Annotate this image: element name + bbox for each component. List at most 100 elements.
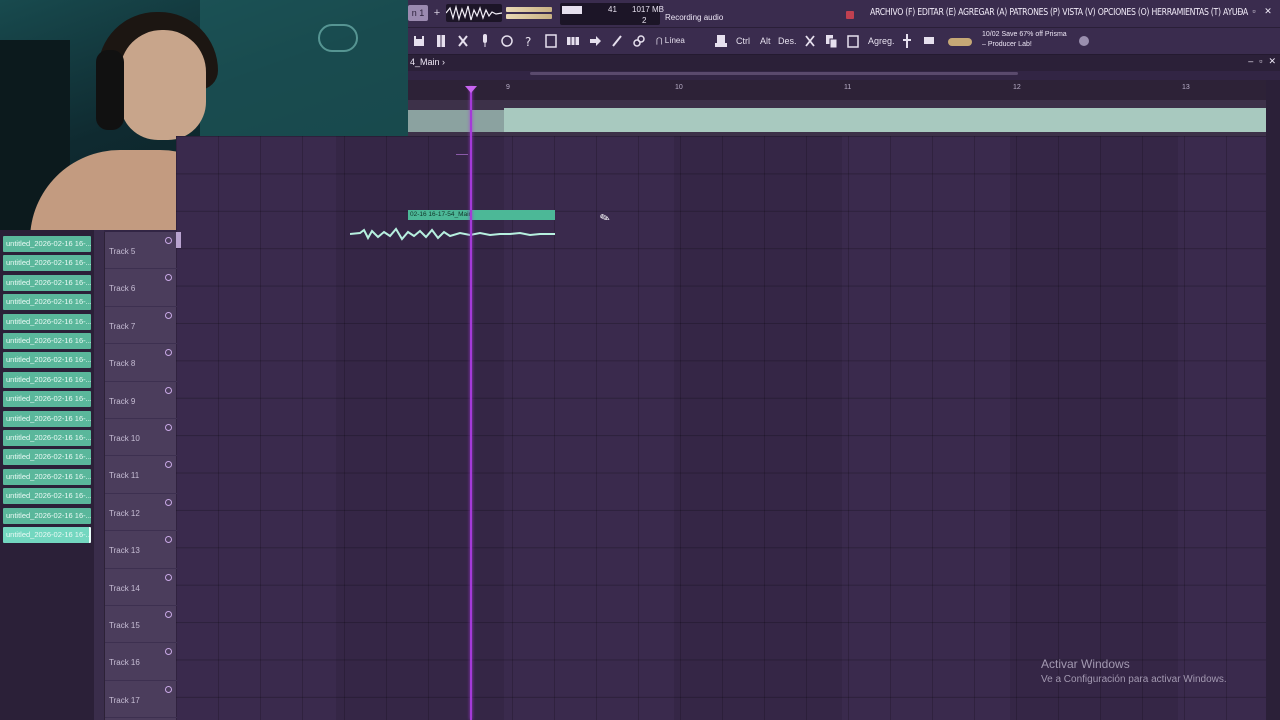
browser-item[interactable]: untitled_2026-02-16 16-... [3, 333, 91, 349]
chat-icon[interactable] [498, 31, 516, 51]
recorded-clip[interactable]: 02-16 16-17-54_Main [408, 210, 555, 220]
link-icon[interactable] [630, 31, 648, 51]
browser-item[interactable]: untitled_2026-02-16 16-... [3, 430, 91, 446]
cart-icon[interactable] [920, 31, 938, 51]
alt-button[interactable]: Alt [760, 31, 771, 51]
browser-item[interactable]: untitled_2026-02-16 16-... [3, 391, 91, 408]
track-name: Track 13 [109, 546, 140, 556]
menu-herramientas[interactable]: HERRAMIENTAS (T) [1151, 7, 1221, 18]
browser-item[interactable]: untitled_2026-02-16 16-... [3, 468, 91, 485]
track-header[interactable]: Track 14 [105, 569, 177, 606]
menu-archivo[interactable]: ARCHIVO (F) [870, 7, 915, 18]
track-mute-icon[interactable] [165, 386, 172, 394]
browser-item[interactable]: untitled_2026-02-16 16-... [3, 410, 91, 427]
timeline-ruler[interactable]: 9 10 11 12 13 [408, 80, 1266, 100]
cut-icon[interactable] [454, 31, 472, 51]
track-name: Track 9 [109, 396, 136, 406]
menu-opciones[interactable]: OPCIONES (O) [1098, 7, 1150, 18]
pencil-icon[interactable] [608, 31, 626, 51]
track-scroll-handle[interactable] [176, 232, 181, 248]
browser-item[interactable]: untitled_2026-02-16 16-... [3, 488, 91, 505]
browser-item[interactable]: untitled_2026-02-16 16-... [3, 371, 91, 388]
tuning-fork-icon[interactable] [898, 31, 916, 51]
playlist-maximize-icon[interactable]: ▫ [1259, 56, 1262, 67]
copy-icon[interactable] [822, 31, 840, 51]
playlist-close-icon[interactable]: ✕ [1268, 56, 1276, 67]
close-icon[interactable]: ✕ [1264, 7, 1272, 16]
track-name: Track 15 [109, 621, 140, 630]
playhead[interactable] [470, 86, 472, 720]
track-header[interactable]: Track 13 [105, 531, 177, 569]
stamp-icon[interactable] [712, 31, 730, 51]
minimize-icon[interactable]: – [1236, 7, 1244, 16]
track-mute-icon[interactable] [165, 536, 172, 544]
pattern-selector[interactable]: n 1 [408, 5, 428, 21]
paste-icon[interactable] [844, 31, 862, 51]
save-icon[interactable] [410, 31, 428, 51]
microphone-icon[interactable] [476, 31, 494, 51]
browser-item[interactable]: untitled_2026-02-16 16-... [3, 449, 91, 466]
maximize-icon[interactable]: ▫ [1250, 7, 1258, 16]
menu-agregar[interactable]: AGREGAR (A) [958, 7, 1007, 18]
menu-vista[interactable]: VISTA (V) [1062, 7, 1095, 18]
track-mute-icon[interactable] [165, 573, 172, 581]
browser-item[interactable]: untitled_2026-02-16 16-... [3, 255, 91, 272]
track-header[interactable]: Track 8 [105, 344, 177, 382]
track-mute-icon[interactable] [165, 349, 172, 357]
browser-item[interactable]: untitled_2026-02-16 16-... [3, 294, 91, 311]
browser-item[interactable]: untitled_2026-02-16 16-... [3, 313, 91, 330]
track-mute-icon[interactable] [165, 424, 172, 431]
deselect-button[interactable]: Des. [778, 31, 797, 51]
track-mute-icon[interactable] [165, 311, 172, 319]
browser-item[interactable]: untitled_2026-02-16 16-... [3, 236, 91, 252]
track-mute-icon[interactable] [165, 498, 172, 506]
track-mute-icon[interactable] [165, 648, 172, 656]
menu-patrones[interactable]: PATRONES (P) [1009, 7, 1060, 18]
browser-item[interactable]: untitled_2026-02-16 16-... [3, 274, 91, 291]
ctrl-button[interactable]: Ctrl [736, 31, 750, 51]
news-slider[interactable] [948, 38, 972, 46]
news-panel[interactable]: 10/02 Save 67% off Prisma – Producer Lab… [982, 30, 1082, 50]
playlist-minimize-icon[interactable]: – [1248, 56, 1253, 67]
track-mute-icon[interactable] [165, 685, 172, 693]
news-line-2: – Producer Lab! [982, 41, 1032, 48]
track-mute-icon[interactable] [165, 274, 172, 282]
add-pattern-button[interactable]: + [432, 7, 442, 19]
playlist-title-text: 4_Main [410, 57, 440, 67]
add-button[interactable]: Agreg. [868, 31, 895, 51]
browser-scroll-strip[interactable] [94, 230, 104, 720]
record-indicator-icon [846, 11, 854, 19]
delete-icon[interactable] [801, 31, 819, 51]
browser-item-selected[interactable]: untitled_2026-02-16 16-... [3, 527, 91, 543]
piano-icon[interactable] [432, 31, 450, 51]
vertical-scrollbar[interactable] [1266, 80, 1280, 720]
track-mute-icon[interactable] [165, 461, 172, 469]
track-mute-icon[interactable] [165, 611, 172, 618]
track-header[interactable]: Track 11 [105, 456, 177, 494]
track-header[interactable]: Track 16 [105, 643, 177, 681]
track-header[interactable]: Track 9 [105, 382, 177, 419]
track-header[interactable]: Track 5 [105, 232, 177, 270]
master-volume-meter[interactable] [506, 4, 552, 22]
track-mute-icon[interactable] [165, 237, 172, 244]
browser-item[interactable]: untitled_2026-02-16 16-... [3, 507, 91, 524]
help-icon[interactable]: ? [520, 31, 538, 51]
horizontal-scrollbar[interactable] [530, 72, 1018, 75]
oscilloscope[interactable] [446, 4, 502, 22]
globe-icon[interactable] [1075, 31, 1093, 51]
master-audio-clip[interactable] [408, 100, 1266, 136]
playlist-title[interactable]: 4_Main › [410, 57, 445, 67]
track-header[interactable]: Track 6 [105, 269, 177, 307]
mixer-icon[interactable] [564, 31, 582, 51]
browser-item[interactable]: untitled_2026-02-16 16-... [3, 352, 91, 369]
menu-editar[interactable]: EDITAR (E) [917, 7, 956, 18]
track-header[interactable]: Track 7 [105, 307, 177, 345]
track-header[interactable]: Track 12 [105, 494, 177, 532]
track-header[interactable]: Track 15 [105, 606, 177, 644]
track-header[interactable]: Track 17 [105, 681, 177, 719]
arrow-right-icon[interactable] [586, 31, 604, 51]
track-header[interactable]: Track 10 [105, 419, 177, 457]
snap-selector[interactable]: ⋂ Línea [656, 33, 706, 49]
playlist-icon[interactable] [542, 31, 560, 51]
playhead-marker-icon[interactable] [465, 86, 477, 93]
